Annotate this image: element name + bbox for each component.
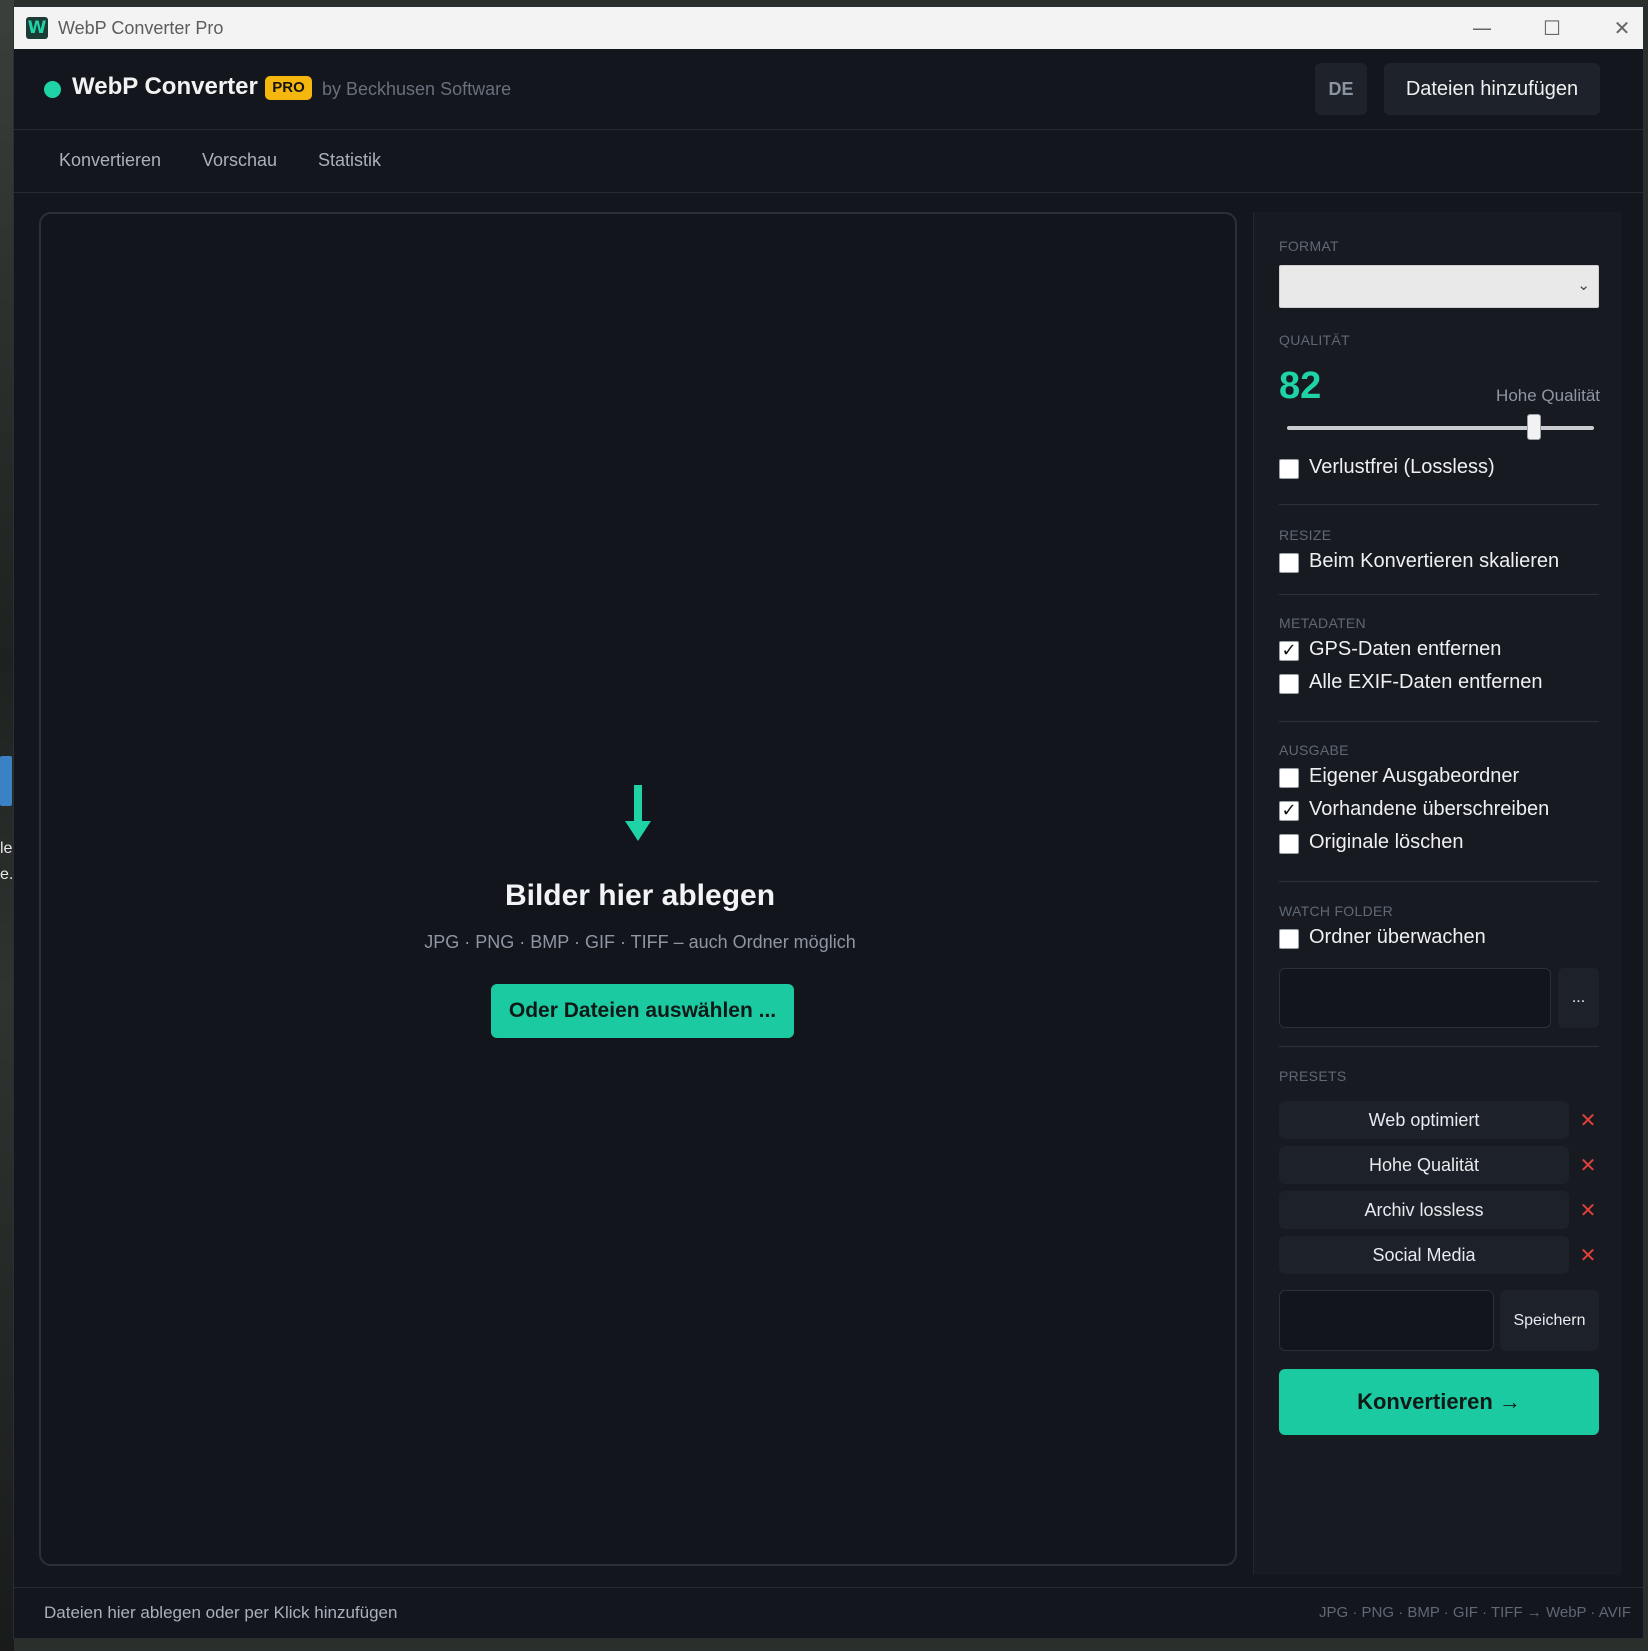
divider — [1279, 594, 1599, 595]
lossless-checkbox[interactable] — [1279, 459, 1299, 479]
watch-folder-checkbox[interactable] — [1279, 929, 1299, 949]
custom-output-label: Eigener Ausgabeordner — [1309, 765, 1520, 787]
drop-zone[interactable]: Bilder hier ablegen JPG · PNG · BMP · GI… — [39, 212, 1237, 1566]
tab-konvertieren[interactable]: Konvertieren — [59, 150, 161, 171]
language-button[interactable]: DE — [1315, 63, 1367, 115]
preset-name-input[interactable] — [1279, 1290, 1494, 1351]
drop-zone-subtitle: JPG · PNG · BMP · GIF · TIFF – auch Ordn… — [424, 932, 856, 952]
maximize-button[interactable]: ☐ — [1517, 7, 1587, 49]
tab-bar: Konvertieren Vorschau Statistik — [14, 130, 1643, 193]
app-window: W WebP Converter Pro — ☐ ✕ WebP Converte… — [13, 6, 1644, 1639]
divider — [1279, 721, 1599, 722]
preset-item[interactable]: Hohe Qualität — [1279, 1146, 1569, 1184]
pro-badge: PRO — [265, 76, 312, 100]
preset-item[interactable]: Social Media — [1279, 1236, 1569, 1274]
arrow-down-icon — [625, 785, 651, 841]
lossless-label: Verlustfrei (Lossless) — [1309, 456, 1495, 478]
resize-label: RESIZE — [1279, 527, 1332, 543]
delete-originals-checkbox[interactable] — [1279, 834, 1299, 854]
watch-folder-path-input[interactable] — [1279, 968, 1551, 1028]
close-icon[interactable]: ✕ — [1579, 1146, 1597, 1184]
quality-label: QUALITÄT — [1279, 332, 1350, 348]
status-bar: Dateien hier ablegen oder per Klick hinz… — [14, 1587, 1643, 1638]
browse-folder-button[interactable]: ... — [1558, 968, 1599, 1028]
gps-remove-label: GPS-Daten entfernen — [1309, 638, 1502, 660]
custom-output-checkbox[interactable] — [1279, 768, 1299, 788]
brand-title: WebP Converter — [72, 73, 258, 100]
preset-item[interactable]: Archiv lossless — [1279, 1191, 1569, 1229]
divider — [1279, 881, 1599, 882]
presets-label: PRESETS — [1279, 1068, 1347, 1084]
divider — [1279, 1046, 1599, 1047]
output-label: AUSGABE — [1279, 742, 1349, 758]
preset-item[interactable]: Web optimiert — [1279, 1101, 1569, 1139]
gps-remove-checkbox[interactable]: ✓ — [1279, 641, 1299, 661]
save-preset-button[interactable]: Speichern — [1500, 1290, 1599, 1351]
status-text: Dateien hier ablegen oder per Klick hinz… — [44, 1603, 398, 1622]
title-bar[interactable]: W WebP Converter Pro — ☐ ✕ — [14, 7, 1643, 49]
quality-slider-thumb[interactable] — [1527, 414, 1542, 440]
byline: by Beckhusen Software — [322, 79, 512, 99]
metadata-label: METADATEN — [1279, 615, 1366, 631]
status-dot-icon — [44, 81, 61, 98]
close-icon[interactable]: ✕ — [1579, 1191, 1597, 1229]
overwrite-checkbox[interactable]: ✓ — [1279, 801, 1299, 821]
minimize-button[interactable]: — — [1447, 7, 1517, 49]
desktop-file-icon[interactable] — [0, 756, 12, 806]
divider — [1279, 504, 1599, 505]
tab-vorschau[interactable]: Vorschau — [202, 150, 277, 171]
exif-remove-checkbox[interactable] — [1279, 674, 1299, 694]
quality-slider[interactable] — [1287, 414, 1594, 440]
drop-zone-title: Bilder hier ablegen — [504, 879, 776, 912]
close-window-button[interactable]: ✕ — [1587, 7, 1643, 49]
choose-files-button[interactable]: Oder Dateien auswählen ... — [491, 984, 794, 1038]
tab-statistik[interactable]: Statistik — [318, 150, 381, 171]
chevron-down-icon: ⌄ — [1577, 276, 1590, 294]
desktop-background — [0, 0, 14, 1651]
format-label: FORMAT — [1279, 238, 1339, 254]
window-title: WebP Converter Pro — [58, 18, 224, 38]
resize-label-text: Beim Konvertieren skalieren — [1309, 550, 1560, 572]
delete-originals-label: Originale löschen — [1309, 831, 1464, 853]
quality-value: 82 — [1279, 365, 1322, 407]
close-icon[interactable]: ✕ — [1579, 1101, 1597, 1139]
settings-panel: FORMAT ⌄ QUALITÄT 82 Hohe Qualität Verlu… — [1253, 212, 1622, 1575]
add-files-button[interactable]: Dateien hinzufügen — [1384, 63, 1600, 115]
resize-checkbox[interactable] — [1279, 553, 1299, 573]
app-logo-icon: W — [26, 17, 48, 39]
watch-folder-label: WATCH FOLDER — [1279, 903, 1394, 919]
watch-folder-label-text: Ordner überwachen — [1309, 926, 1486, 948]
format-select[interactable]: ⌄ — [1279, 265, 1599, 308]
overwrite-label: Vorhandene überschreiben — [1309, 798, 1550, 820]
convert-button[interactable]: Konvertieren → — [1279, 1369, 1599, 1435]
close-icon[interactable]: ✕ — [1579, 1236, 1597, 1274]
app-header: WebP Converter PRO by Beckhusen Software… — [14, 49, 1643, 130]
quality-description: Hohe Qualität — [1496, 386, 1600, 405]
exif-remove-label: Alle EXIF-Daten entfernen — [1309, 671, 1543, 693]
supported-formats: JPG · PNG · BMP · GIF · TIFF → WebP · AV… — [1319, 1604, 1631, 1621]
